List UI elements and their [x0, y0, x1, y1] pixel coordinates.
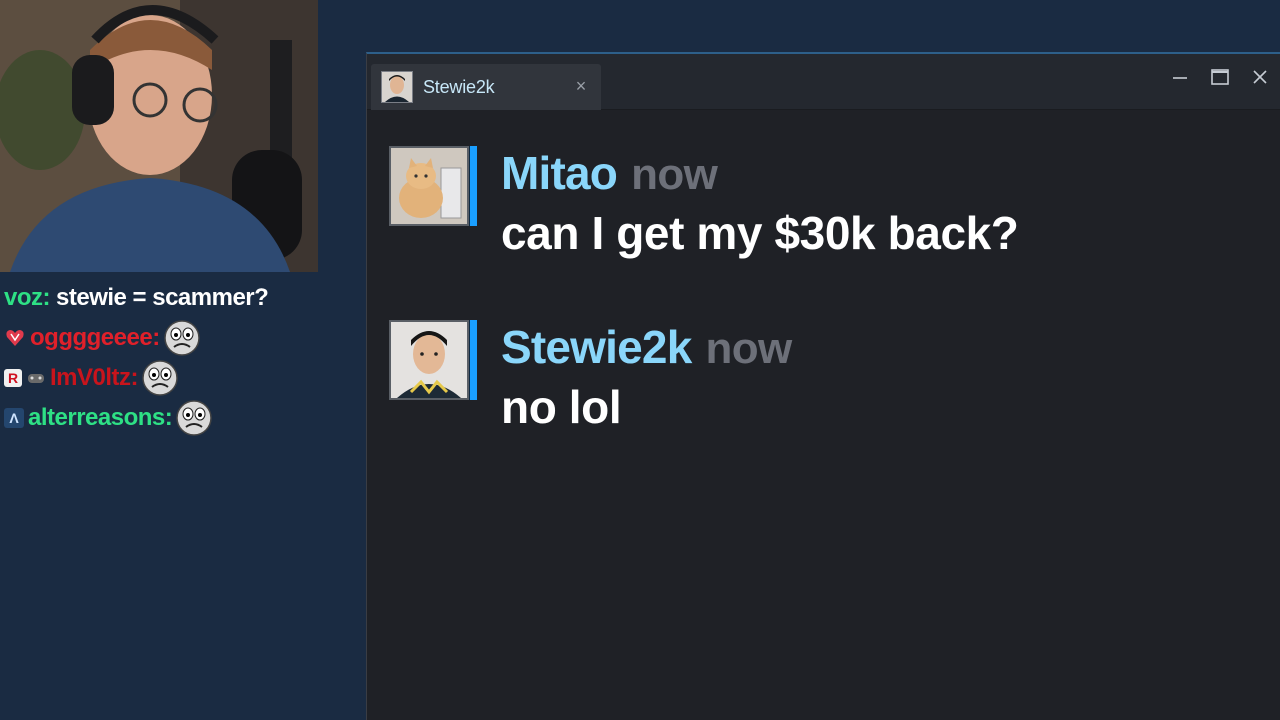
tab-avatar: [381, 71, 413, 103]
message-group: Stewie2k now no lol: [389, 320, 1280, 434]
sender-avatar-mitao[interactable]: [389, 146, 479, 228]
chat-line: voz: stewie = scammer?: [4, 278, 354, 318]
online-status-bar: [469, 320, 477, 400]
heart-badge-icon: [4, 328, 26, 348]
chat-line: oggggeeee:: [4, 318, 354, 358]
r-badge-icon: R: [4, 369, 22, 387]
maximize-button[interactable]: [1200, 62, 1240, 92]
message-header: Mitao now: [501, 146, 1019, 200]
worried-face-emote: [163, 320, 200, 356]
window-controls: [1160, 62, 1280, 92]
chat-tab-stewie2k[interactable]: Stewie2k ×: [371, 64, 601, 110]
sender-name[interactable]: Stewie2k: [501, 320, 692, 374]
chat-line: R ImV0ltz:: [4, 358, 354, 398]
worried-face-emote: [142, 360, 178, 396]
chat-message: stewie = scammer?: [56, 284, 269, 311]
controller-badge-icon: [26, 368, 46, 388]
message-group: Mitao now can I get my $30k back?: [389, 146, 1280, 260]
tab-close-icon[interactable]: ×: [571, 76, 591, 96]
chat-username: voz:: [4, 284, 51, 311]
sender-name[interactable]: Mitao: [501, 146, 618, 200]
message-list: Mitao now can I get my $30k back? Stewie…: [367, 110, 1280, 434]
message-timestamp: now: [705, 324, 793, 373]
online-status-bar: [469, 146, 477, 226]
webcam-feed: [0, 0, 318, 272]
tab-label: Stewie2k: [423, 76, 495, 97]
sender-avatar-stewie2k[interactable]: [389, 320, 479, 402]
message-header: Stewie2k now: [501, 320, 792, 374]
a-badge-icon: Λ: [4, 408, 24, 428]
minimize-icon: [1173, 77, 1187, 79]
maximize-icon: [1211, 69, 1229, 85]
message-timestamp: now: [631, 150, 718, 199]
close-button[interactable]: [1240, 62, 1280, 92]
steam-chat-window: Stewie2k × Mitao now can I get my $30k b…: [366, 52, 1280, 720]
chat-titlebar[interactable]: Stewie2k ×: [367, 54, 1280, 110]
chat-line: Λ alterreasons:: [4, 398, 354, 438]
cat-avatar: [389, 146, 469, 226]
worried-face-emote: [176, 400, 212, 436]
message-text: no lol: [501, 381, 622, 433]
close-icon: [1253, 70, 1267, 84]
stream-chat-overlay: voz: stewie = scammer? oggggeeee: R ImV0…: [4, 278, 354, 438]
chat-username: alterreasons:: [28, 404, 173, 431]
minimize-button[interactable]: [1160, 62, 1200, 92]
message-body: Stewie2k now no lol: [501, 320, 792, 434]
message-text: can I get my $30k back?: [501, 207, 1019, 259]
message-body: Mitao now can I get my $30k back?: [501, 146, 1019, 260]
stewie2k-avatar: [389, 320, 469, 400]
chat-username: oggggeeee:: [30, 324, 160, 351]
chat-username: ImV0ltz:: [50, 364, 139, 391]
